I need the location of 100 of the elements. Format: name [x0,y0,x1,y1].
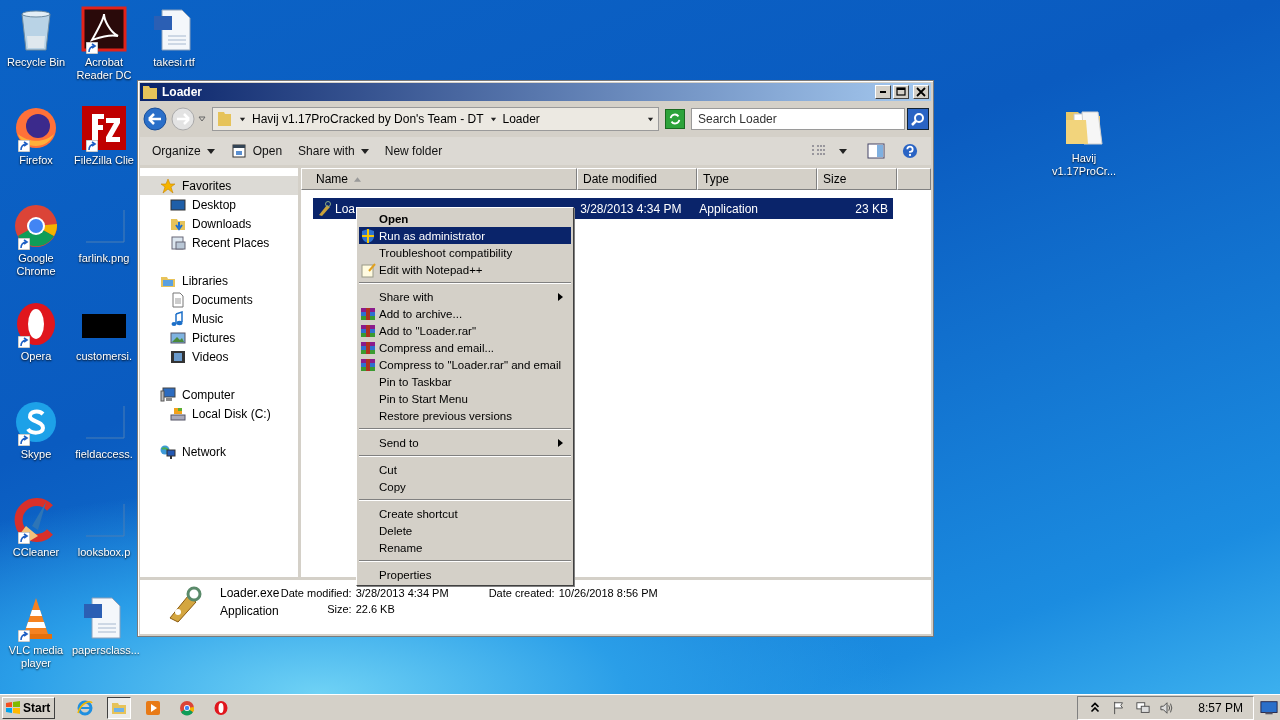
nav-item[interactable]: Desktop [140,195,298,214]
chevron-icon[interactable] [489,115,497,123]
dropdown-icon[interactable] [647,115,654,123]
minimize-button[interactable] [875,85,891,99]
menu-item[interactable]: Cut [359,461,571,478]
rar-icon [360,356,376,373]
close-button[interactable] [913,85,929,99]
shortcut-arrow-icon [18,140,30,152]
shield-icon [360,227,376,244]
menu-item[interactable]: Pin to Start Menu [359,390,571,407]
desktop-icon[interactable]: Skype [0,396,72,461]
desktop-icon[interactable]: CCleaner [0,494,72,559]
desktop-icon[interactable]: Google Chrome [0,200,72,278]
shortcut-arrow-icon [86,42,98,54]
toolbar-button[interactable]: Share with [292,142,375,160]
menu-item[interactable]: Pin to Taskbar [359,373,571,390]
toolbar-button[interactable]: Organize [146,142,221,160]
menu-item[interactable]: Send to [359,434,571,451]
preview-pane-icon[interactable] [867,143,885,159]
start-button[interactable]: Start [2,696,56,719]
menu-item[interactable]: Add to "Loader.rar" [359,322,571,339]
nav-item[interactable]: Computer [140,385,298,404]
rar-icon [360,305,376,322]
desktop-icon[interactable]: Firefox [0,102,72,167]
menu-item[interactable]: Copy [359,478,571,495]
maximize-button[interactable] [893,85,909,99]
desktop-icon[interactable]: fieldaccess. [72,396,136,461]
menu-item[interactable]: Properties [359,566,571,583]
nav-item[interactable]: Pictures [140,328,298,347]
pictures-icon [170,329,186,346]
shortcut-arrow-icon [18,532,30,544]
menu-item[interactable]: Compress and email... [359,339,571,356]
column-header[interactable]: Type [697,168,817,190]
app-icon [80,6,128,54]
search-field[interactable]: Search Loader [691,108,905,130]
desktop-icon [170,196,186,213]
toolbar-button[interactable]: New folder [378,142,449,160]
nav-item[interactable]: Music [140,309,298,328]
taskbar-app-button[interactable] [107,696,132,719]
desktop-icon[interactable]: Opera [0,298,72,363]
desktop-icon[interactable]: farlink.png [72,200,136,265]
nav-item[interactable]: Downloads [140,214,298,233]
column-header[interactable]: Size [817,168,897,190]
volume-icon[interactable] [1160,700,1175,715]
nav-item[interactable]: Network [140,442,298,461]
clock[interactable]: 8:57 PM [1198,700,1243,715]
menu-item[interactable]: Troubleshoot compatibility [359,244,571,261]
shortcut-arrow-icon [18,630,30,642]
nav-item[interactable]: Documents [140,290,298,309]
submenu-arrow-icon [558,292,563,301]
folder-icon [217,111,233,127]
desktop-icon[interactable]: Havij v1.17ProCr... [1046,100,1122,178]
nav-item[interactable]: Videos [140,347,298,366]
rar-icon [360,339,376,356]
menu-item[interactable]: Run as administrator [359,227,571,244]
open-icon [230,143,247,159]
menu-item[interactable]: Edit with Notepad++ [359,261,571,278]
refresh-button[interactable] [665,109,685,129]
desktop-icon[interactable]: FileZilla Clie [72,102,136,167]
network-icon [160,443,176,460]
nav-item[interactable]: Libraries [140,271,298,290]
desktop-icon[interactable]: Acrobat Reader DC [72,4,136,82]
chevron-icon[interactable] [239,115,246,123]
menu-item[interactable]: Delete [359,522,571,539]
address-bar[interactable]: Havij v1.17ProCracked by Don's Team - DT Loader [212,107,659,131]
breadcrumb[interactable]: Loader [502,112,540,126]
desktop-icon-label: looksbox.p [76,546,132,559]
search-button[interactable] [907,108,929,130]
disk-icon [170,405,186,422]
menu-item[interactable]: Create shortcut [359,505,571,522]
desktop-icon[interactable]: looksbox.p [72,494,136,559]
nav-item[interactable]: Recent Places [140,233,298,252]
menu-item[interactable]: Add to archive... [359,305,571,322]
help-icon[interactable] [901,143,919,159]
nav-item[interactable]: Local Disk (C:) [140,404,298,423]
show-desktop-icon[interactable] [1260,699,1278,716]
shortcut-arrow-icon [86,140,98,152]
nav-item[interactable]: Favorites [140,176,298,195]
notepad-icon [360,261,376,278]
column-header[interactable]: Name [301,168,577,190]
toolbar-button[interactable]: Open [224,141,289,161]
desktop-icon[interactable]: Recycle Bin [0,4,72,69]
dropdown-icon[interactable] [839,147,847,155]
window-title: Loader [162,85,202,99]
menu-item[interactable]: Share with [359,288,571,305]
back-button[interactable] [142,106,168,132]
shortcut-arrow-icon [18,434,30,446]
desktop-icon[interactable]: customersi. [72,298,136,363]
breadcrumb[interactable]: Havij v1.17ProCracked by Don's Team - DT [252,112,484,126]
menu-item[interactable]: Rename [359,539,571,556]
file-name: Loa [335,201,356,216]
refresh-icon [668,112,682,126]
history-dropdown-icon[interactable] [198,115,206,123]
menu-item[interactable]: Restore previous versions [359,407,571,424]
column-header[interactable]: Date modified [577,168,697,190]
desktop-icon-label: Havij v1.17ProCr... [1050,152,1118,178]
network-icon[interactable] [1136,700,1151,715]
ie-icon [77,699,94,716]
desktop-icon[interactable]: takesi.rtf [136,4,212,69]
menu-item[interactable]: Compress to "Loader.rar" and email [359,356,571,373]
